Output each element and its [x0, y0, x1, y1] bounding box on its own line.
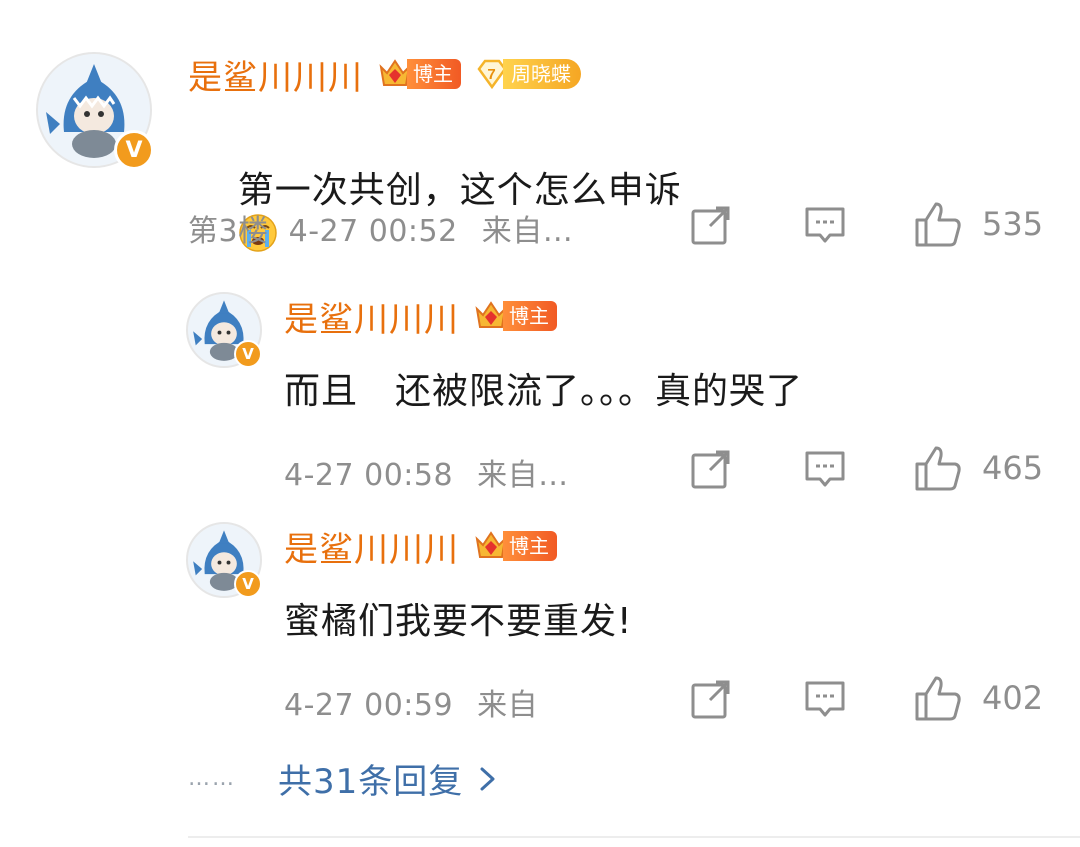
timestamp: 4-27 00:58: [284, 458, 454, 493]
blogger-badge: 博主: [473, 299, 557, 333]
timestamp: 4-27 00:52: [288, 214, 458, 249]
verified-v-icon: V: [114, 130, 154, 170]
source-text: 来自: [477, 688, 539, 723]
reply-button[interactable]: [804, 448, 846, 490]
avatar[interactable]: V: [186, 522, 262, 598]
thumbs-up-icon: [915, 446, 961, 491]
like-button[interactable]: 402: [914, 674, 1043, 722]
comment-icon: [805, 681, 845, 717]
reply-item: V 是鲨川川川 博主 而且 还被限流了。。。真的哭了 4-27 00:58 来自…: [0, 280, 1080, 510]
fan-level-badge: 7 周晓蝶: [475, 57, 581, 91]
main-comment: V 是鲨川川川 博主 7 周晓蝶 第一次共创，这个怎么申诉 第3楼 4-27 0…: [0, 0, 1080, 260]
username-row: 是鲨川川川 博主: [284, 522, 557, 571]
comment-icon: [805, 207, 845, 243]
reply-meta: 4-27 00:59 来自: [284, 680, 538, 724]
username-row: 是鲨川川川 博主 7 周晓蝶: [188, 50, 581, 99]
comment-icon: [805, 451, 845, 487]
share-button[interactable]: [690, 204, 732, 246]
share-button[interactable]: [690, 448, 732, 490]
comment-content: 第一次共创，这个怎么申诉: [237, 170, 682, 211]
reply-content: 而且 还被限流了。。。真的哭了: [284, 371, 804, 412]
floor-number: 第3楼: [188, 214, 269, 249]
blogger-badge: 博主: [473, 529, 557, 563]
blogger-badge-label: 博主: [407, 59, 461, 89]
blogger-badge: 博主: [377, 57, 461, 91]
timestamp: 4-27 00:59: [284, 688, 454, 723]
ellipsis: ……: [188, 766, 236, 791]
username[interactable]: 是鲨川川川: [188, 50, 363, 99]
username[interactable]: 是鲨川川川: [284, 522, 459, 571]
like-count: 402: [982, 679, 1044, 717]
reply-item: V 是鲨川川川 博主 蜜橘们我要不要重发! 4-27 00:59 来自 402: [0, 510, 1080, 740]
fan-level-number: 7: [487, 66, 496, 83]
fan-badge-label: 周晓蝶: [503, 59, 581, 89]
like-count: 535: [982, 205, 1044, 243]
verified-v-icon: V: [234, 340, 262, 368]
blogger-badge-label: 博主: [503, 301, 557, 331]
avatar[interactable]: V: [36, 52, 154, 170]
username-row: 是鲨川川川 博主: [284, 292, 557, 341]
comment-meta: 第3楼 4-27 00:52 来自…: [188, 206, 573, 250]
more-replies-label[interactable]: 共31条回复: [278, 754, 463, 803]
source-text: 来自…: [477, 458, 569, 493]
reply-button[interactable]: [804, 678, 846, 720]
verified-v-icon: V: [234, 570, 262, 598]
view-more-replies[interactable]: …… 共31条回复: [188, 754, 497, 803]
like-count: 465: [982, 449, 1044, 487]
divider: [188, 836, 1080, 838]
share-button[interactable]: [690, 678, 732, 720]
blogger-badge-label: 博主: [503, 531, 557, 561]
chevron-right-icon: [480, 767, 495, 790]
thumbs-up-icon: [915, 202, 961, 247]
reply-button[interactable]: [804, 204, 846, 246]
like-button[interactable]: 535: [914, 200, 1043, 248]
reply-meta: 4-27 00:58 来自…: [284, 450, 569, 494]
username[interactable]: 是鲨川川川: [284, 292, 459, 341]
reply-content: 蜜橘们我要不要重发!: [284, 601, 633, 642]
like-button[interactable]: 465: [914, 444, 1043, 492]
avatar[interactable]: V: [186, 292, 262, 368]
thumbs-up-icon: [915, 676, 961, 721]
source-text: 来自…: [481, 214, 574, 249]
share-icon: [691, 450, 730, 489]
share-icon: [691, 680, 730, 719]
share-icon: [691, 206, 730, 245]
